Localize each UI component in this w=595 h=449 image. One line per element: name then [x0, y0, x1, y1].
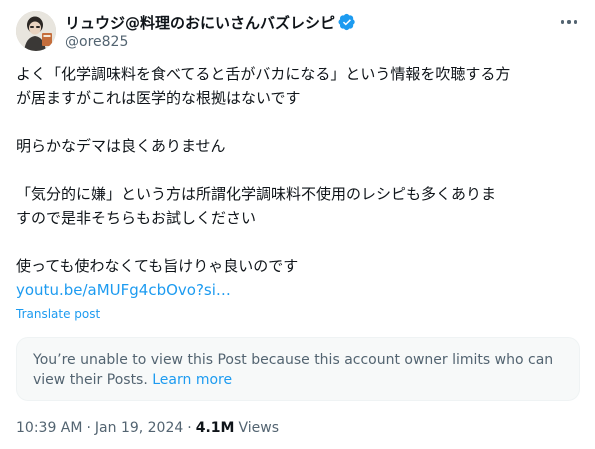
views-label: Views: [238, 420, 279, 436]
learn-more-link[interactable]: Learn more: [152, 372, 232, 388]
post-text: よく「化学調味料を食べてると舌がバカになる」という情報を吹聴する方 が居ますがこ…: [16, 62, 581, 302]
more-options-icon[interactable]: [557, 12, 581, 32]
translate-post-link[interactable]: Translate post: [16, 307, 100, 321]
verified-badge-icon[interactable]: [338, 13, 356, 31]
post-date[interactable]: Jan 19, 2024: [95, 420, 183, 436]
post-paragraph: 明らかなデマは良くありません: [16, 137, 226, 155]
name-row: リュウジ@料理のおにいさんバズレシピ: [65, 12, 356, 32]
meta-separator: ·: [187, 420, 192, 436]
post-paragraph: 「気分的に嫌」という方は所謂化学調味料不使用のレシピも多くありま すので是非そち…: [16, 185, 497, 227]
post-meta: 10:39 AM · Jan 19, 2024 · 4.1M Views: [16, 420, 279, 436]
notice-text: You’re unable to view this Post because …: [33, 352, 554, 388]
post-header: リュウジ@料理のおにいさんバズレシピ @ore825: [16, 10, 581, 54]
post-card: リュウジ@料理のおにいさんバズレシピ @ore825 よく「化学調味料を食べてる…: [0, 0, 595, 449]
post-paragraph: よく「化学調味料を食べてると舌がバカになる」という情報を吹聴する方 が居ますがこ…: [16, 65, 511, 107]
youtube-link[interactable]: youtu.be/aMUFg4cbOvo?si…: [16, 281, 231, 299]
post-time[interactable]: 10:39 AM: [16, 420, 82, 436]
post-paragraph: 使っても使わなくても旨けりゃ良いのです: [16, 257, 299, 275]
author-handle[interactable]: @ore825: [65, 34, 128, 50]
views-count[interactable]: 4.1M: [196, 420, 235, 436]
meta-separator: ·: [86, 420, 91, 436]
display-name[interactable]: リュウジ@料理のおにいさんバズレシピ: [65, 12, 335, 33]
restricted-notice: You’re unable to view this Post because …: [16, 337, 580, 401]
avatar-image: [16, 11, 56, 51]
avatar[interactable]: [16, 11, 56, 51]
